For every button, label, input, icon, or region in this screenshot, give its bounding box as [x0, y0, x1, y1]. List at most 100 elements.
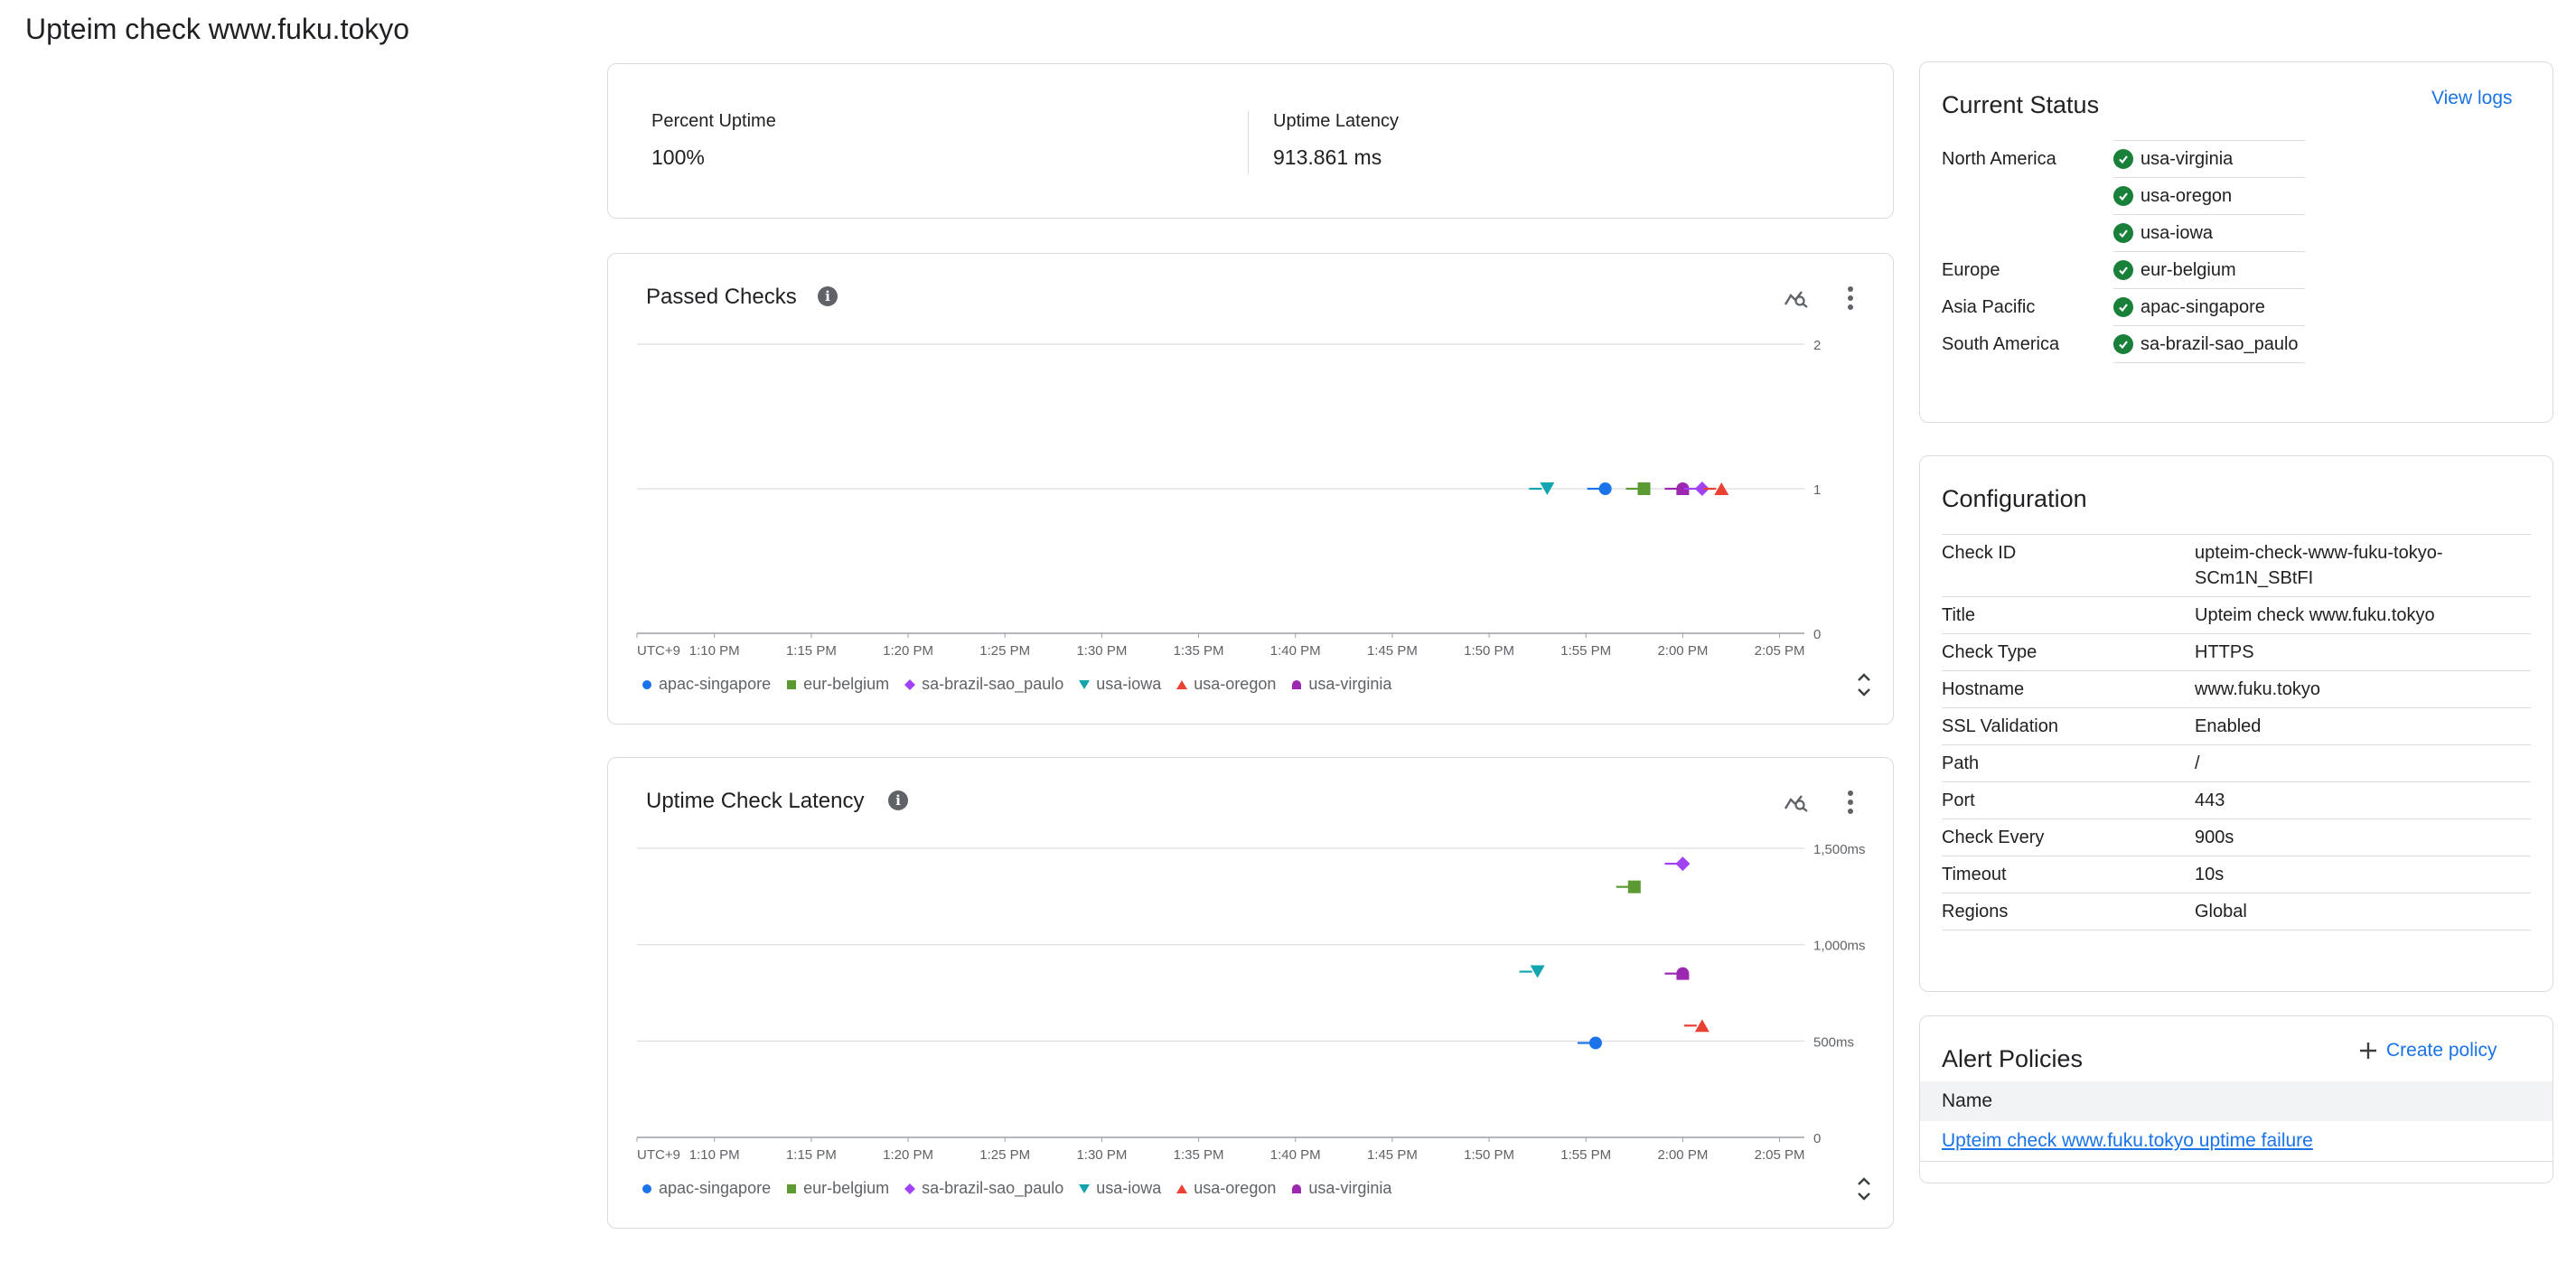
chart-legend: apac-singapore eur-belgium sa-brazil-sao_p… [641, 675, 1391, 694]
y-tick-label: 1,000ms [1813, 939, 1866, 954]
legend-label: apac-singapore [659, 1179, 772, 1197]
x-tick-label: 1:40 PM [1270, 1147, 1321, 1163]
config-key: Port [1942, 781, 2195, 819]
legend-label: sa-brazil-sao_paulo [922, 1179, 1064, 1197]
config-row: SSL Validation Enabled [1942, 707, 2531, 745]
latency-chart-card: Uptime Check Latency i 0 500ms 1,000ms 1,50… [607, 757, 1894, 1229]
triangle-up-marker-icon [1176, 679, 1188, 689]
x-tick-label: 1:55 PM [1560, 1147, 1611, 1163]
legend-label: usa-oregon [1194, 1179, 1277, 1197]
region-label: Europe [1942, 259, 2000, 280]
legend-label: usa-iowa [1096, 675, 1162, 693]
data-point-apac-singapore[interactable] [1588, 1036, 1602, 1050]
legend-item-eur-belgium[interactable]: eur-belgium [785, 675, 889, 694]
check-circle-icon [2113, 260, 2133, 280]
status-row: usa-iowa [1942, 214, 2305, 252]
check-circle-icon [2113, 334, 2133, 354]
config-value: 900s [2195, 818, 2531, 856]
legend-item-apac-singapore[interactable]: apac-singapore [641, 675, 771, 694]
data-point-usa-oregon[interactable] [1694, 1019, 1710, 1033]
config-value: / [2195, 744, 2531, 782]
x-tick-label: 1:15 PM [786, 1147, 837, 1163]
legend-item-usa-iowa[interactable]: usa-iowa [1078, 1179, 1161, 1198]
square-marker-icon [787, 679, 797, 689]
circle-marker-icon [642, 1183, 651, 1193]
uptime-latency-label: Uptime Latency [1273, 111, 1399, 131]
chart-legend: apac-singapore eur-belgium sa-brazil-sao_p… [641, 1179, 1391, 1198]
config-row: Check Every 900s [1942, 818, 2531, 856]
x-tick-label: UTC+9 [637, 643, 680, 659]
data-point-eur-belgium[interactable] [1627, 880, 1641, 893]
expand-icon[interactable] [1851, 669, 1877, 700]
legend-item-usa-oregon[interactable]: usa-oregon [1176, 1179, 1276, 1198]
config-value: Enabled [2195, 707, 2531, 745]
metric-divider [1248, 111, 1249, 174]
x-tick-label: 1:35 PM [1174, 1147, 1224, 1163]
x-tick-label: 1:25 PM [979, 643, 1030, 659]
config-key: Hostname [1942, 670, 2195, 708]
location-cell: usa-virginia [2113, 140, 2305, 178]
panel-title: Current Status [1942, 91, 2100, 118]
legend-item-apac-singapore[interactable]: apac-singapore [641, 1179, 771, 1198]
data-point-apac-singapore[interactable] [1598, 482, 1612, 495]
x-tick-label: 1:50 PM [1464, 1147, 1514, 1163]
page-title: Upteim check www.fuku.tokyo [25, 13, 410, 45]
x-tick-label: 1:10 PM [689, 1147, 740, 1163]
config-table: Check ID upteim-check-www-fuku-tokyo-SCm1… [1942, 534, 2531, 931]
x-tick-label: 2:00 PM [1657, 643, 1708, 659]
view-logs-link[interactable]: View logs [2431, 88, 2513, 109]
x-tick-label: 1:30 PM [1076, 643, 1127, 659]
check-circle-icon [2113, 149, 2133, 169]
legend-item-usa-virginia[interactable]: usa-virginia [1290, 675, 1391, 694]
location-cell: usa-oregon [2113, 177, 2305, 215]
config-key: Title [1942, 596, 2195, 634]
current-status-card: Current Status View logs North America us… [1919, 61, 2553, 423]
legend-item-sa-brazil-sao_paulo[interactable]: sa-brazil-sao_paulo [904, 675, 1063, 694]
legend-item-usa-iowa[interactable]: usa-iowa [1078, 675, 1161, 694]
y-tick-label: 1,500ms [1813, 842, 1866, 857]
config-row: Check Type HTTPS [1942, 633, 2531, 671]
location-label: apac-singapore [2140, 296, 2265, 317]
data-point-sa-brazil-sao_paulo[interactable] [1675, 856, 1691, 872]
config-value: Global [2195, 893, 2531, 931]
legend-item-usa-virginia[interactable]: usa-virginia [1290, 1179, 1391, 1198]
data-point-usa-iowa[interactable] [1530, 965, 1545, 978]
x-tick-label: 1:45 PM [1367, 643, 1418, 659]
config-value: www.fuku.tokyo [2195, 670, 2531, 708]
region-label: Asia Pacific [1942, 296, 2036, 317]
legend-item-sa-brazil-sao_paulo[interactable]: sa-brazil-sao_paulo [904, 1179, 1063, 1198]
create-policy-label: Create policy [2386, 1040, 2497, 1061]
data-point-eur-belgium[interactable] [1637, 482, 1651, 495]
x-tick-label: 1:30 PM [1076, 1147, 1127, 1163]
latency-chart: 0 500ms 1,000ms 1,500ms UTC+9 1:10 PM 1:15 PM 1… [636, 842, 1866, 1163]
config-key: Check Every [1942, 818, 2195, 856]
x-tick-label: 2:05 PM [1755, 643, 1805, 659]
diamond-marker-icon [904, 1183, 916, 1194]
location-label: usa-oregon [2140, 185, 2233, 206]
x-tick-label: 2:05 PM [1755, 1147, 1805, 1163]
config-row: Timeout 10s [1942, 856, 2531, 893]
status-row: usa-oregon [1942, 177, 2305, 215]
legend-label: usa-oregon [1194, 675, 1277, 693]
data-point-usa-virginia[interactable] [1676, 967, 1690, 980]
config-row: Title Upteim check www.fuku.tokyo [1942, 596, 2531, 634]
legend-item-usa-oregon[interactable]: usa-oregon [1176, 675, 1276, 694]
alert-policy-link[interactable]: Upteim check www.fuku.tokyo uptime failu… [1942, 1130, 2313, 1152]
region-label: South America [1942, 333, 2060, 354]
status-row: South America sa-brazil-sao_paulo [1942, 325, 2305, 363]
x-tick-label: 1:20 PM [883, 643, 933, 659]
config-value: 10s [2195, 856, 2531, 893]
location-cell: usa-iowa [2113, 214, 2305, 252]
expand-icon[interactable] [1851, 1174, 1877, 1204]
legend-item-eur-belgium[interactable]: eur-belgium [785, 1179, 889, 1198]
status-row: North America usa-virginia [1942, 140, 2305, 178]
config-row: Hostname www.fuku.tokyo [1942, 670, 2531, 708]
create-policy-button[interactable]: Create policy [2359, 1040, 2497, 1062]
status-row: Asia Pacific apac-singapore [1942, 288, 2305, 326]
legend-label: apac-singapore [659, 675, 772, 693]
semicircle-marker-icon [1292, 1183, 1302, 1193]
alert-row-divider [1920, 1161, 2553, 1162]
region-label [1942, 215, 2113, 252]
x-tick-label: 2:00 PM [1657, 1147, 1708, 1163]
percent-uptime-value: 100% [651, 145, 705, 169]
